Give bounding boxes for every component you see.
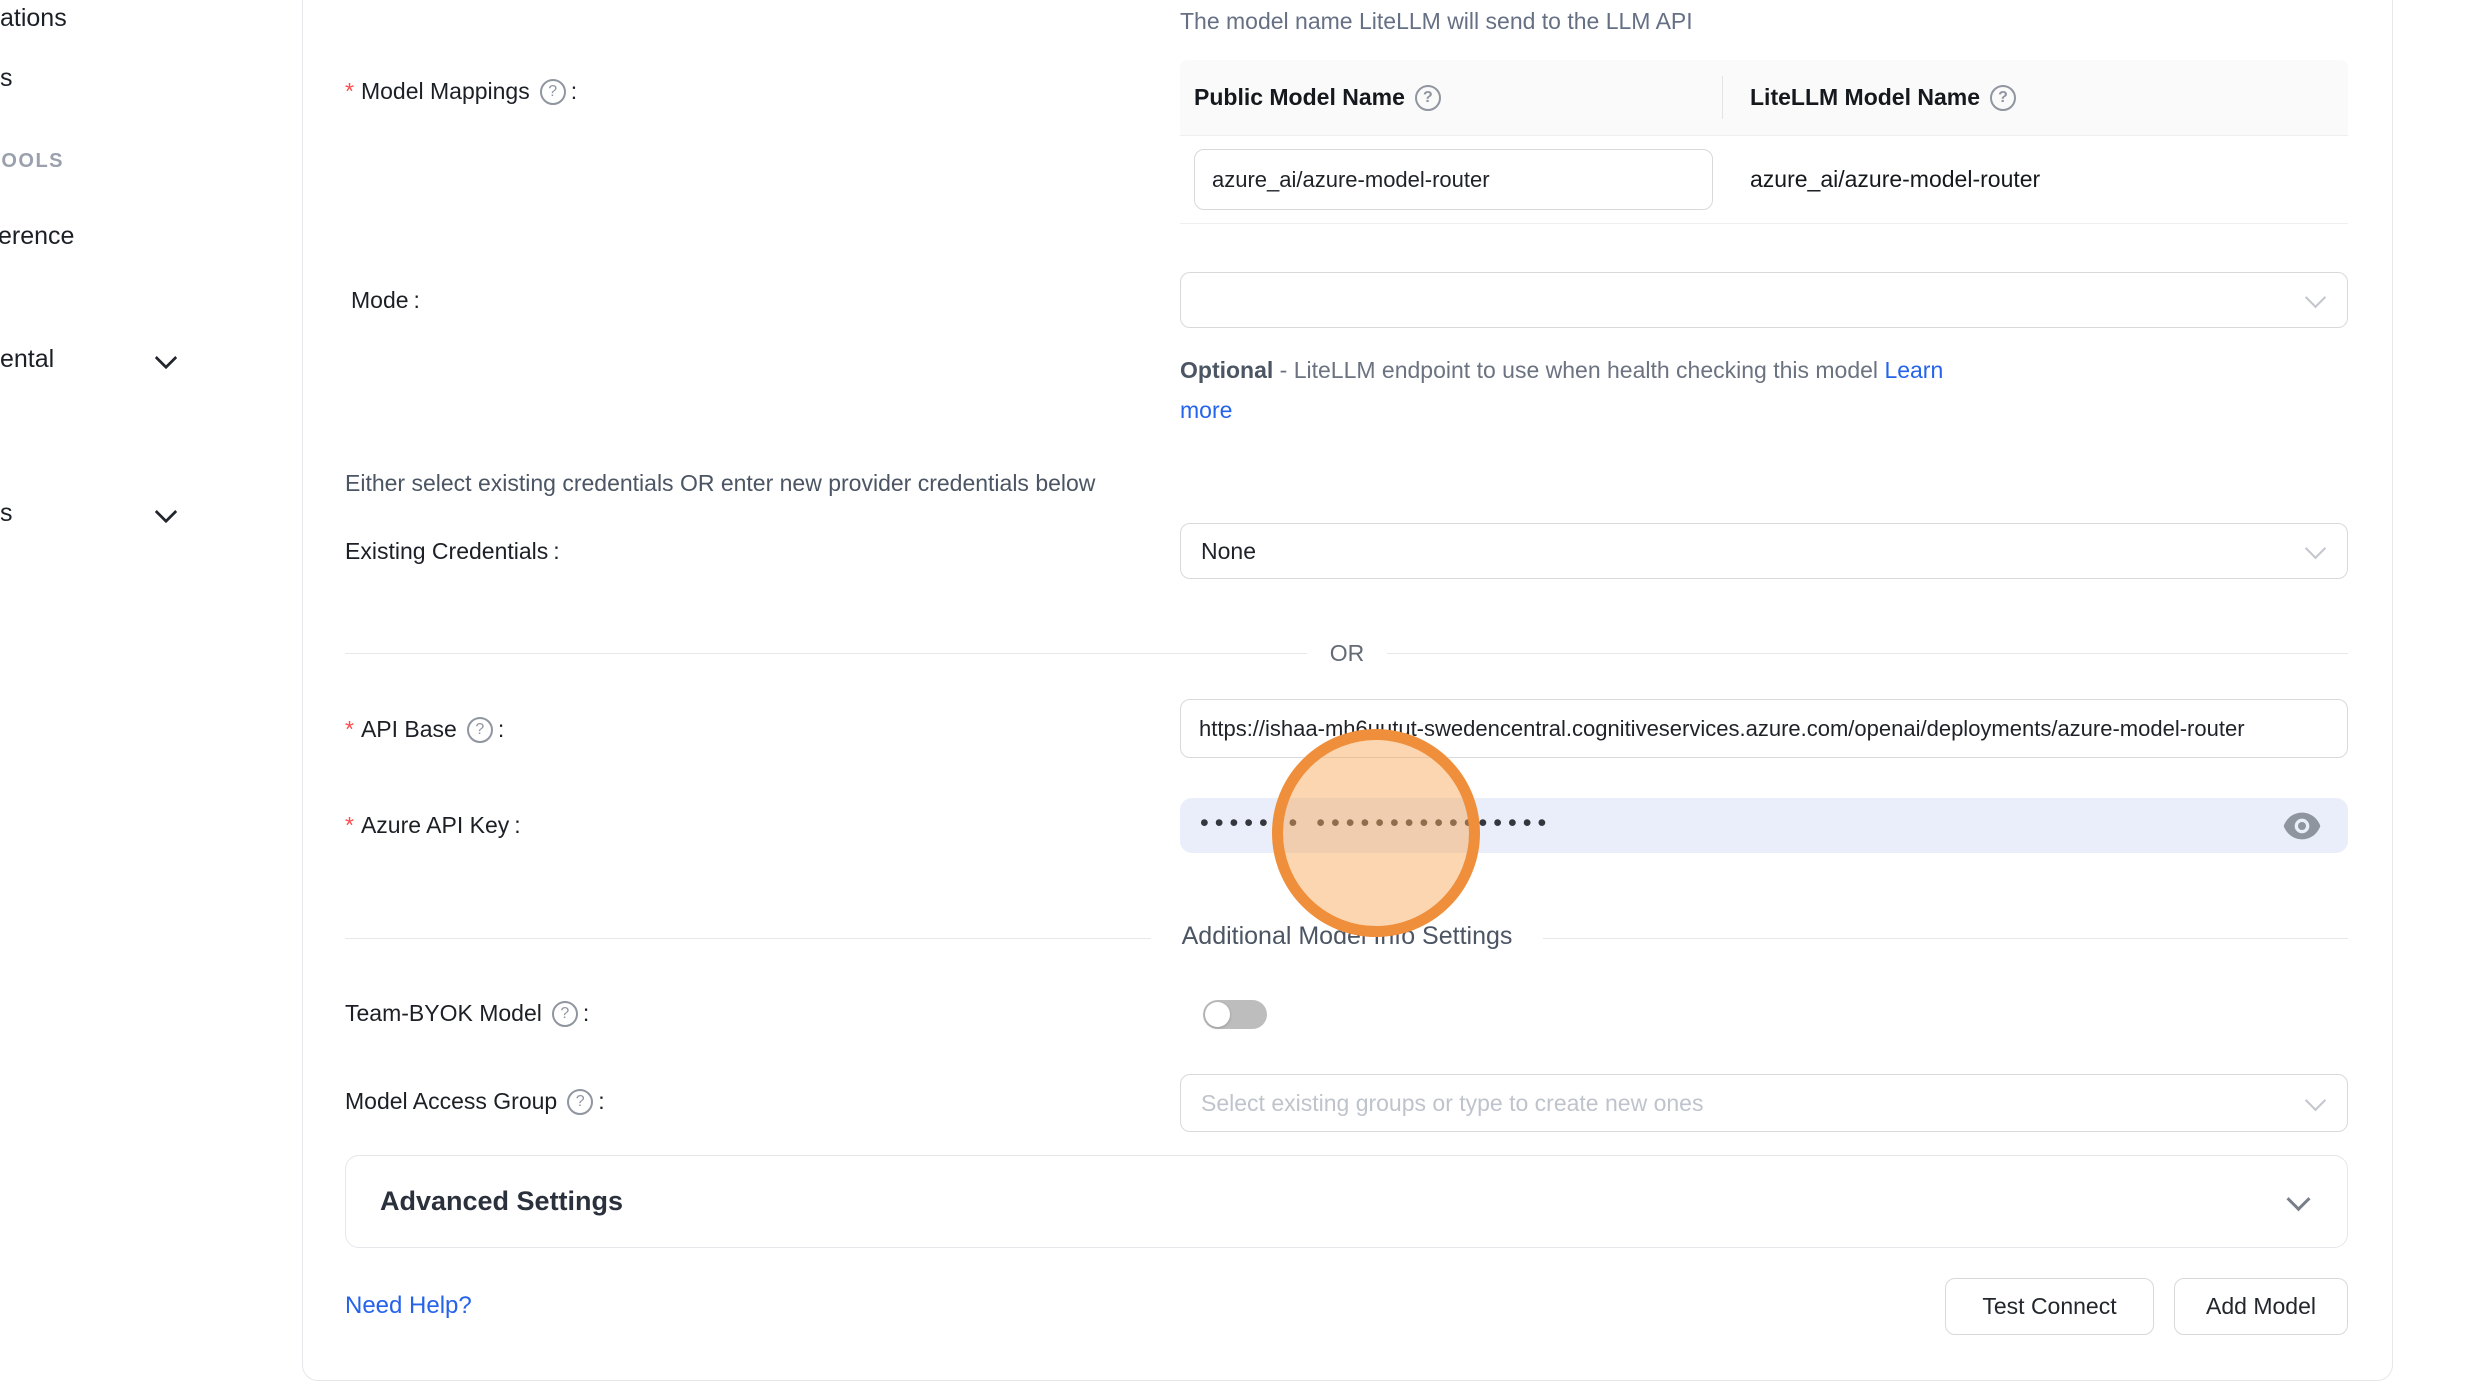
model-access-group-label: Model Access Group ? :: [345, 1088, 605, 1115]
mode-help-bold: Optional: [1180, 357, 1273, 383]
advanced-settings-label: Advanced Settings: [380, 1186, 623, 1217]
eye-icon[interactable]: [2282, 811, 2322, 841]
column-header-public-model-name: Public Model Name ?: [1180, 84, 1722, 111]
label-colon: :: [414, 287, 420, 314]
sidebar-item-truncated-reference[interactable]: erence: [0, 222, 74, 251]
sidebar-item-truncated-2[interactable]: s: [0, 64, 13, 93]
chevron-down-icon: [2305, 1090, 2326, 1111]
column-divider: [1722, 76, 1723, 119]
help-circle-icon[interactable]: ?: [467, 717, 493, 743]
table-row: azure_ai/azure-model-router: [1180, 136, 2348, 224]
model-access-group-select[interactable]: Select existing groups or type to create…: [1180, 1074, 2348, 1132]
public-model-name-input[interactable]: [1194, 149, 1713, 210]
team-byok-label: Team-BYOK Model ? :: [345, 1000, 589, 1027]
azure-api-key-label-text: Azure API Key: [361, 812, 509, 839]
model-mappings-label: * Model Mappings ? :: [345, 78, 577, 105]
credentials-note: Either select existing credentials OR en…: [345, 470, 1095, 497]
help-circle-icon[interactable]: ?: [567, 1089, 593, 1115]
team-byok-toggle[interactable]: [1203, 1000, 1267, 1029]
label-colon: :: [598, 1088, 604, 1115]
required-asterisk: *: [345, 812, 354, 839]
masked-password-dots: ••••••• ••••••••••••••••: [1200, 809, 1552, 838]
divider-line: [1387, 653, 2348, 654]
required-asterisk: *: [345, 716, 354, 743]
sidebar-item-truncated-experimental[interactable]: ental: [0, 345, 54, 374]
chevron-down-icon: [2286, 1187, 2310, 1211]
azure-api-key-input[interactable]: ••••••• ••••••••••••••••: [1180, 798, 2348, 853]
help-circle-icon[interactable]: ?: [1415, 85, 1441, 111]
label-colon: :: [514, 812, 520, 839]
learn-more-link[interactable]: more: [1180, 397, 1232, 423]
existing-credentials-label-text: Existing Credentials: [345, 538, 548, 565]
learn-more-link[interactable]: Learn: [1884, 357, 1943, 383]
model-mappings-table: Public Model Name ? LiteLLM Model Name ?…: [1180, 60, 2348, 224]
label-colon: :: [498, 716, 504, 743]
help-circle-icon[interactable]: ?: [1990, 85, 2016, 111]
test-connect-button[interactable]: Test Connect: [1945, 1278, 2154, 1335]
model-mappings-label-text: Model Mappings: [361, 78, 530, 105]
api-base-label: * API Base ? :: [345, 716, 504, 743]
azure-api-key-label: * Azure API Key :: [345, 812, 521, 839]
existing-credentials-select[interactable]: None: [1180, 523, 2348, 579]
or-divider-text: OR: [1307, 640, 1387, 667]
divider-line: [345, 938, 1151, 939]
help-circle-icon[interactable]: ?: [552, 1001, 578, 1027]
chevron-down-icon: [155, 501, 178, 524]
sidebar-section-tools: TOOLS: [0, 150, 64, 173]
sidebar-item-truncated-settings[interactable]: s: [0, 499, 13, 528]
mode-help-text: Optional - LiteLLM endpoint to use when …: [1180, 350, 1943, 430]
column-header-text: Public Model Name: [1194, 84, 1405, 111]
toggle-knob: [1205, 1002, 1230, 1027]
litellm-add-model-page: ations s TOOLS erence ental s The model …: [0, 0, 2477, 1385]
divider-line: [345, 653, 1307, 654]
public-model-name-cell: [1180, 149, 1722, 210]
litellm-model-name-value: azure_ai/azure-model-router: [1722, 166, 2040, 193]
api-base-input[interactable]: [1180, 699, 2348, 758]
model-name-hint: The model name LiteLLM will send to the …: [1180, 8, 1693, 35]
table-header-row: Public Model Name ? LiteLLM Model Name ?: [1180, 60, 2348, 136]
advanced-settings-panel[interactable]: Advanced Settings: [345, 1155, 2348, 1248]
model-access-group-label-text: Model Access Group: [345, 1088, 557, 1115]
existing-credentials-label: Existing Credentials :: [345, 538, 560, 565]
label-colon: :: [571, 78, 577, 105]
divider-line: [1543, 938, 2348, 939]
column-header-litellm-model-name: LiteLLM Model Name ?: [1722, 84, 2016, 111]
existing-credentials-value: None: [1201, 538, 1256, 565]
sidebar-item-truncated-1[interactable]: ations: [0, 4, 67, 33]
team-byok-label-text: Team-BYOK Model: [345, 1000, 542, 1027]
mode-label: Mode :: [351, 287, 420, 314]
add-model-button[interactable]: Add Model: [2174, 1278, 2348, 1335]
column-header-text: LiteLLM Model Name: [1750, 84, 1980, 111]
chevron-down-icon: [155, 347, 178, 370]
additional-settings-divider-text: Additional Model Info Settings: [1151, 922, 1543, 951]
mode-label-text: Mode: [351, 287, 409, 314]
label-colon: :: [553, 538, 559, 565]
chevron-down-icon: [2305, 287, 2326, 308]
label-colon: :: [583, 1000, 589, 1027]
api-base-label-text: API Base: [361, 716, 457, 743]
help-circle-icon[interactable]: ?: [540, 79, 566, 105]
model-access-group-placeholder: Select existing groups or type to create…: [1201, 1090, 1703, 1117]
need-help-link[interactable]: Need Help?: [345, 1292, 472, 1320]
mode-select[interactable]: [1180, 272, 2348, 328]
mode-help-body: - LiteLLM endpoint to use when health ch…: [1280, 357, 1878, 383]
required-asterisk: *: [345, 78, 354, 105]
chevron-down-icon: [2305, 538, 2326, 559]
